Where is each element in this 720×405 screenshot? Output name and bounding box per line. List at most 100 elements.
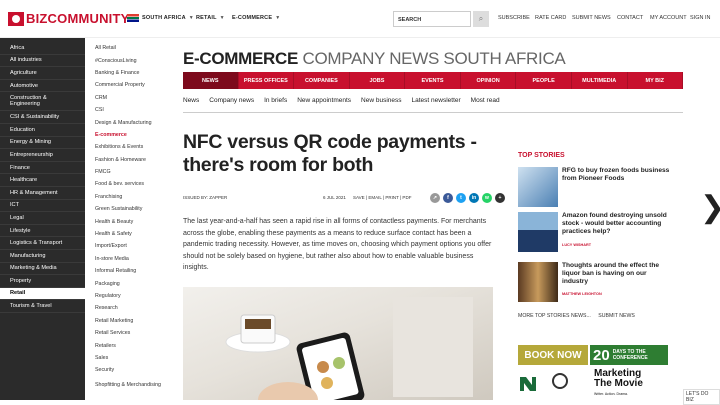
contact-link[interactable]: CONTACT [617,15,643,21]
subnav-item[interactable]: #ConsciousLiving [90,54,170,66]
sidebar-item-logistics[interactable]: Logistics & Transport [0,237,85,250]
topnav-retail[interactable]: RETAIL ▼ [196,15,225,21]
nav-opinion[interactable]: OPINION [461,72,517,89]
tab-company-news[interactable]: Company news [209,97,254,104]
subnav-item[interactable]: Banking & Finance [90,67,170,79]
sidebar-item-africa[interactable]: Africa [0,42,85,55]
subnav-item[interactable]: Food & bev. services [90,178,170,190]
sidebar-item-energy[interactable]: Energy & Mining [0,137,85,150]
sidebar-item-healthcare[interactable]: Healthcare [0,174,85,187]
nav-companies[interactable]: COMPANIES [294,72,350,89]
subnav-item[interactable]: CRM [90,92,170,104]
subnav-item[interactable]: Retail Services [90,327,170,339]
sidebar-item-lifestyle[interactable]: Lifestyle [0,225,85,238]
next-arrow-icon[interactable]: ❯ [700,190,720,225]
sidebar-item-csi[interactable]: CSI & Sustainability [0,111,85,124]
region-select[interactable]: SOUTH AFRICA ▼ [142,15,194,21]
sidebar-item-entrepreneurship[interactable]: Entrepreneurship [0,149,85,162]
tab-in-briefs[interactable]: In briefs [264,97,287,104]
subnav-item[interactable]: Exhibitions & Events [90,141,170,153]
article-actions[interactable]: SAVE | EMAIL | PRINT | PDF [353,195,411,200]
nav-jobs[interactable]: JOBS [350,72,406,89]
subnav-item-ecommerce[interactable]: E-commerce [90,129,170,141]
sidebar-item-legal[interactable]: Legal [0,212,85,225]
subnav-item[interactable]: Regulatory [90,290,170,302]
sidebar-item-construction[interactable]: Construction & Engineering [0,92,85,112]
nav-events[interactable]: EVENTS [405,72,461,89]
subnav-item[interactable]: Retail Marketing [90,315,170,327]
subscribe-link[interactable]: SUBSCRIBE [498,15,530,21]
subnav-item[interactable]: Fashion & Homeware [90,154,170,166]
story-title[interactable]: RFG to buy frozen foods business from Pi… [562,167,672,183]
subnav-item[interactable]: Shopfitting & Merchandising [90,377,170,394]
tab-new-appointments[interactable]: New appointments [297,97,351,104]
sidebar-item-marketing[interactable]: Marketing & Media [0,263,85,276]
sidebar-item-automotive[interactable]: Automotive [0,80,85,93]
tab-latest-newsletter[interactable]: Latest newsletter [412,97,461,104]
top-story-item[interactable]: Amazon found destroying unsold stock - w… [518,212,668,252]
logo[interactable]: BIZ COMMUNITY [8,11,130,26]
subnav-item[interactable]: Franchising [90,191,170,203]
twitter-icon[interactable]: t [456,193,466,203]
sidebar-item-tourism[interactable]: Tourism & Travel [0,300,85,313]
nav-people[interactable]: PEOPLE [516,72,572,89]
sidebar-item-education[interactable]: Education [0,124,85,137]
subnav-item[interactable]: All Retail [90,42,170,54]
rate-card-link[interactable]: RATE CARD [535,15,566,21]
tab-new-business[interactable]: New business [361,97,401,104]
my-account-link[interactable]: MY ACCOUNT [650,15,687,21]
lets-do-biz-badge[interactable]: LET'S DO BIZ [683,389,720,405]
tab-most-read[interactable]: Most read [471,97,500,104]
sidebar-item-retail[interactable]: Retail [0,287,85,301]
more-top-stories-link[interactable]: MORE TOP STORIES NEWS... [518,313,591,319]
subnav-item[interactable]: Sales [90,352,170,364]
subnav-item[interactable]: Retailers [90,339,170,351]
sign-in-link[interactable]: SIGN IN [690,15,710,21]
search-input[interactable]: SEARCH [393,11,471,27]
subnav-item[interactable]: Health & Beauty [90,215,170,227]
top-story-item[interactable]: Thoughts around the effect the liquor ba… [518,262,668,302]
subnav-item[interactable]: CSI [90,104,170,116]
subnav-item[interactable]: In-store Media [90,253,170,265]
nav-news[interactable]: NEWS [183,72,239,89]
subnav-item[interactable]: Informal Retailing [90,265,170,277]
sidebar-item-finance[interactable]: Finance [0,162,85,175]
subnav-item[interactable]: Commercial Property [90,79,170,91]
ad-book-now[interactable]: BOOK NOW [518,345,588,365]
nav-my-biz[interactable]: MY BIZ [628,72,684,89]
linkedin-icon[interactable]: in [469,193,479,203]
nav-press-offices[interactable]: PRESS OFFICES [239,72,295,89]
sidebar-item-agriculture[interactable]: Agriculture [0,67,85,80]
subnav-item[interactable]: Green Sustainability [90,203,170,215]
topnav-ecommerce[interactable]: E-COMMERCE ▼ [232,15,280,21]
subnav-item[interactable]: Packaging [90,277,170,289]
nav-multimedia[interactable]: MULTIMEDIA [572,72,628,89]
submit-news-link[interactable]: SUBMIT NEWS [598,313,635,319]
story-title[interactable]: Thoughts around the effect the liquor ba… [562,262,672,286]
tab-news[interactable]: News [183,97,199,104]
page-title: E-COMMERCE COMPANY NEWS SOUTH AFRICA [183,49,566,69]
story-credit: MATTHEW LEIGHTON [562,292,602,296]
more-share-icon[interactable]: + [495,193,505,203]
ad-countdown: 20 DAYS TO THE CONFERENCE [590,345,668,365]
sidebar-item-hr[interactable]: HR & Management [0,187,85,200]
subnav-item[interactable]: FMCG [90,166,170,178]
sidebar-item-property[interactable]: Property [0,275,85,288]
story-title[interactable]: Amazon found destroying unsold stock - w… [562,212,672,236]
subnav-item[interactable]: Research [90,302,170,314]
search-button[interactable]: ⌕ [473,11,489,27]
top-story-item[interactable]: RFG to buy frozen foods business from Pi… [518,167,669,207]
sidebar-item-manufacturing[interactable]: Manufacturing [0,250,85,263]
sidebar-item-all-industries[interactable]: All industries [0,55,85,68]
submit-news-link[interactable]: SUBMIT NEWS [572,15,611,21]
conference-ad[interactable]: BOOK NOW 20 DAYS TO THE CONFERENCE Market… [518,345,668,400]
facebook-icon[interactable]: f [443,193,453,203]
subnav-item[interactable]: Health & Safety [90,228,170,240]
subnav-item[interactable]: Design & Manufacturing [90,116,170,128]
sidebar-item-ict[interactable]: ICT [0,200,85,213]
subnav-item[interactable]: Security [90,364,170,376]
whatsapp-icon[interactable]: w [482,193,492,203]
top-bar: BIZ COMMUNITY SOUTH AFRICA ▼ RETAIL ▼ E-COM… [0,0,720,38]
subnav-item[interactable]: Import/Export [90,240,170,252]
share-icon[interactable]: ↗ [430,193,440,203]
